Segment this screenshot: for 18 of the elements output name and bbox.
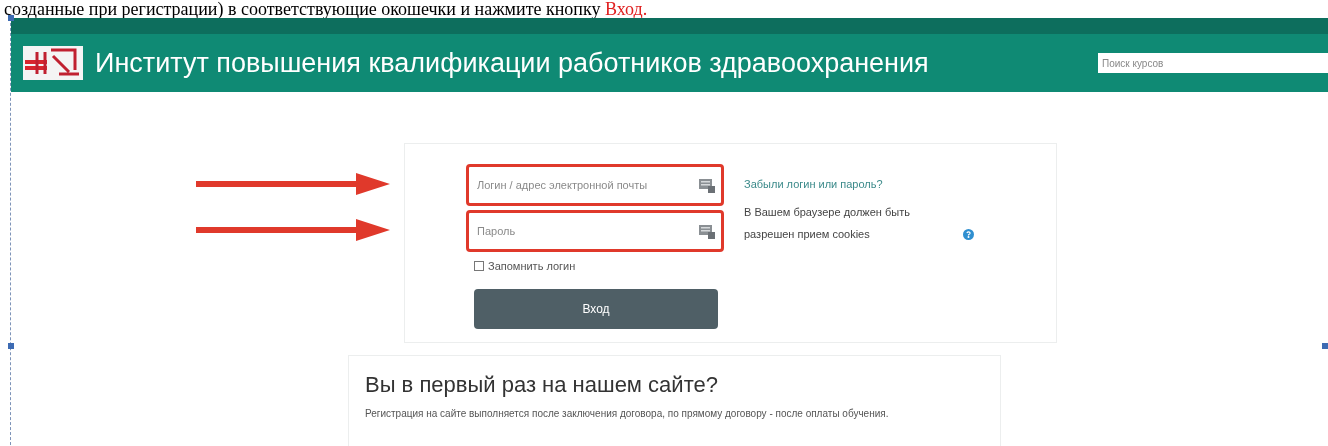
help-icon[interactable]	[963, 228, 974, 240]
forgot-password-link[interactable]: Забыли логин или пароль?	[744, 176, 1014, 193]
checkbox-label: Запомнить логин	[488, 259, 576, 274]
site-title: Институт повышения квалификации работников здравоохранения	[95, 46, 929, 80]
checkbox[interactable]	[474, 261, 484, 272]
input-field[interactable]: Логин / адрес электронной почты	[466, 164, 724, 206]
input-field[interactable]: Пароль	[466, 210, 724, 252]
resize-handle[interactable]	[1322, 343, 1328, 349]
logo-icon	[23, 46, 83, 80]
document-text: созданные при регистрации) в соответствующие окошечки и нажмите кнопку Вход.	[3, 0, 649, 18]
keyboard-icon	[698, 222, 716, 240]
search-field[interactable]: Поиск курсов	[1098, 53, 1328, 73]
signup-text: Регистрация на сайте выполняется после заключения договора, по прямому договору - после оплаты обучения.	[365, 407, 890, 421]
login-button[interactable]: Вход	[474, 288, 718, 329]
keyboard-icon	[698, 176, 716, 194]
resize-handle[interactable]	[8, 343, 14, 349]
signup-heading: Вы в первый раз на нашем сайте?	[365, 371, 719, 399]
cookies-note: В Вашем браузере должен быть разрешен прием cookies	[744, 204, 911, 242]
